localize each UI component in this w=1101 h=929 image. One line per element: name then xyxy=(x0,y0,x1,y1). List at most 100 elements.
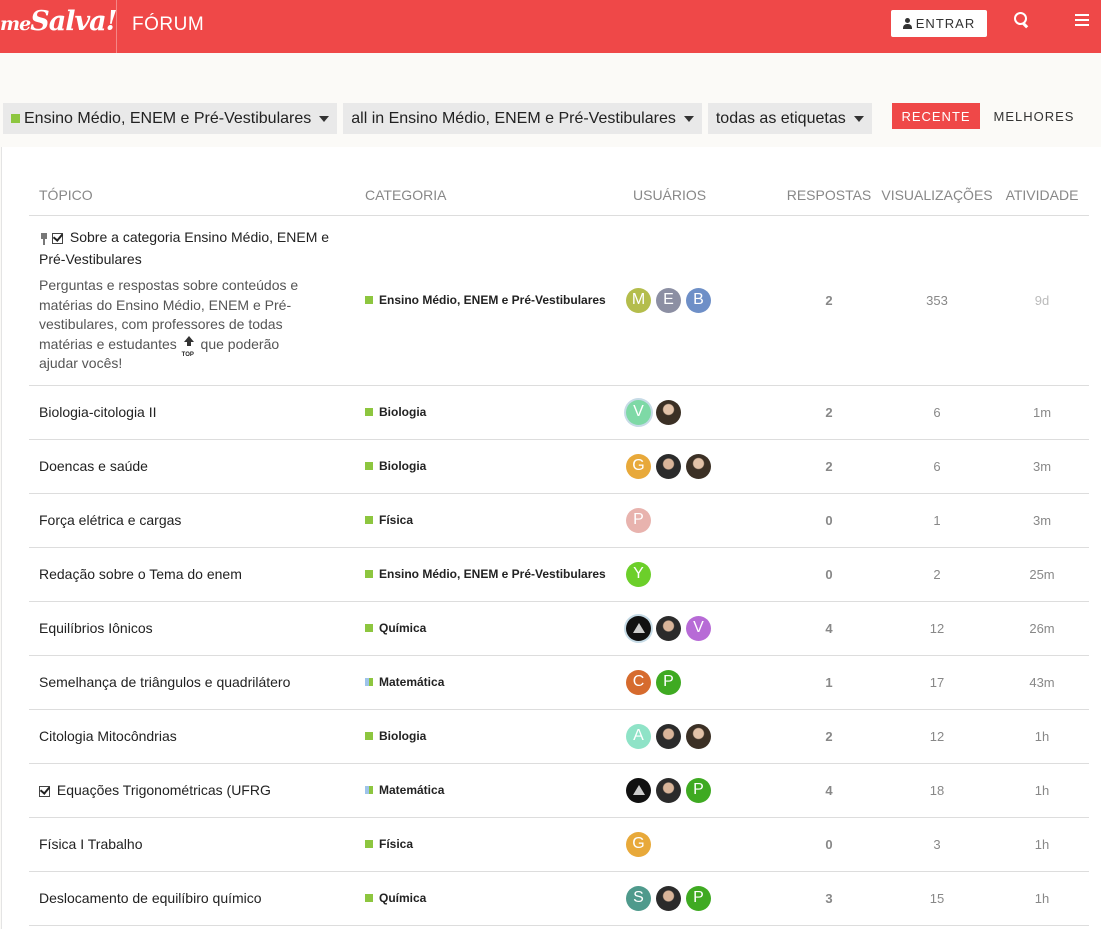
topic-cell: Citologia Mitocôndrias xyxy=(29,709,355,764)
column-header-topic[interactable]: TÓPICO xyxy=(29,175,355,216)
avatar-photo[interactable] xyxy=(686,723,711,749)
avatar-photo[interactable] xyxy=(656,399,681,425)
topic-title-link[interactable]: Força elétrica e cargas xyxy=(39,512,181,528)
category-dropdown[interactable]: Ensino Médio, ENEM e Pré-Vestibulares xyxy=(3,103,338,134)
column-header-users[interactable]: USUÁRIOS xyxy=(623,175,779,216)
tags-dropdown[interactable]: todas as etiquetas xyxy=(707,103,872,134)
topic-title-link[interactable]: Física I Trabalho xyxy=(39,836,143,852)
table-row: Força elétrica e cargas Física P 0 1 3m xyxy=(29,493,1089,548)
category-badge[interactable]: Física xyxy=(355,513,413,527)
avatar[interactable]: Y xyxy=(626,561,651,587)
category-badge[interactable]: Biologia xyxy=(355,729,426,743)
category-label: Química xyxy=(379,621,427,635)
topic-cell: Força elétrica e cargas xyxy=(29,493,355,548)
topic-title-link[interactable]: Equilíbrios Iônicos xyxy=(39,620,153,636)
login-button[interactable]: ENTRAR xyxy=(891,10,987,37)
activity-time[interactable]: 1h xyxy=(995,817,1089,872)
category-badge[interactable]: Biologia xyxy=(355,459,426,473)
me-salva-logo[interactable]: meSalva! xyxy=(0,6,118,37)
activity-time[interactable]: 1m xyxy=(995,385,1089,440)
activity-time[interactable]: 9d xyxy=(995,215,1089,386)
users-cell: G xyxy=(623,817,779,872)
avatar[interactable]: P xyxy=(656,669,681,695)
avatar-photo[interactable] xyxy=(626,615,651,641)
search-icon[interactable] xyxy=(1014,12,1030,28)
avatar-photo[interactable] xyxy=(656,885,681,911)
views-count: 353 xyxy=(879,215,995,386)
avatar[interactable]: E xyxy=(656,287,681,313)
caret-down-icon xyxy=(319,115,330,122)
category-color-square xyxy=(365,840,373,848)
activity-time[interactable]: 25m xyxy=(995,547,1089,602)
activity-time[interactable]: 1h xyxy=(995,763,1089,818)
activity-time[interactable]: 43m xyxy=(995,655,1089,710)
category-badge[interactable]: Matemática xyxy=(355,675,444,689)
topic-title-link[interactable]: Sobre a categoria Ensino Médio, ENEM e P… xyxy=(39,229,329,267)
category-label: Matemática xyxy=(379,675,445,689)
users-cell: P xyxy=(623,763,779,818)
topic-title-link[interactable]: Deslocamento de equilíbiro químico xyxy=(39,890,262,906)
avatar[interactable]: P xyxy=(626,507,651,533)
hamburger-menu-icon[interactable] xyxy=(1075,14,1089,26)
category-badge[interactable]: Biologia xyxy=(355,405,426,419)
avatar[interactable]: V xyxy=(686,615,711,641)
topic-title-link[interactable]: Biologia-citologia II xyxy=(39,404,157,420)
topic-list-panel: TÓPICO CATEGORIA USUÁRIOS RESPOSTAS VISU… xyxy=(1,147,1101,929)
page-title: FÓRUM xyxy=(132,14,205,35)
views-count: 12 xyxy=(879,709,995,764)
category-cell: Matemática xyxy=(355,763,623,818)
activity-time[interactable]: 3m xyxy=(995,439,1089,494)
filter-bar: Ensino Médio, ENEM e Pré-Vestibulares al… xyxy=(3,103,872,134)
table-row: Semelhança de triângulos e quadrilátero … xyxy=(29,655,1089,710)
category-badge[interactable]: Química xyxy=(355,621,426,635)
avatar-photo[interactable] xyxy=(656,615,681,641)
tab-recent[interactable]: RECENTE xyxy=(892,103,980,129)
avatar[interactable]: C xyxy=(626,669,651,695)
avatar[interactable]: B xyxy=(686,287,711,313)
avatar-group: G xyxy=(623,453,779,479)
avatar[interactable]: M xyxy=(626,287,651,313)
topic-title-link[interactable]: Doencas e saúde xyxy=(39,458,148,474)
avatar[interactable]: P xyxy=(686,885,711,911)
category-color-square xyxy=(365,516,373,524)
avatar-group: Y xyxy=(623,561,779,587)
category-color-square xyxy=(365,408,373,416)
avatar[interactable]: S xyxy=(626,885,651,911)
category-badge[interactable]: Química xyxy=(355,891,426,905)
caret-down-icon xyxy=(853,115,864,122)
column-header-views[interactable]: VISUALIZAÇÕES xyxy=(879,175,995,216)
topic-title-link[interactable]: Citologia Mitocôndrias xyxy=(39,728,177,744)
tab-best[interactable]: MELHORES xyxy=(988,103,1080,129)
avatar[interactable]: P xyxy=(686,777,711,803)
activity-time[interactable]: 1h xyxy=(995,871,1089,926)
column-header-category[interactable]: CATEGORIA xyxy=(355,175,623,216)
table-row: Física I Trabalho Física G 0 3 1h xyxy=(29,817,1089,872)
category-badge[interactable]: Matemática xyxy=(355,783,444,797)
column-header-replies[interactable]: RESPOSTAS xyxy=(779,175,879,216)
subcategory-dropdown[interactable]: all in Ensino Médio, ENEM e Pré-Vestibul… xyxy=(343,103,702,134)
pin-icon xyxy=(39,232,49,245)
avatar[interactable]: V xyxy=(626,399,651,425)
topic-title-link[interactable]: Semelhança de triângulos e quadrilátero xyxy=(39,674,290,690)
activity-time[interactable]: 3m xyxy=(995,493,1089,548)
column-header-activity[interactable]: ATIVIDADE xyxy=(995,175,1089,216)
avatar-photo[interactable] xyxy=(656,777,681,803)
activity-time[interactable]: 26m xyxy=(995,601,1089,656)
topic-title-link[interactable]: Redação sobre o Tema do enem xyxy=(39,566,242,582)
category-badge[interactable]: Ensino Médio, ENEM e Pré-Vestibulares xyxy=(355,293,606,307)
category-badge[interactable]: Física xyxy=(355,837,413,851)
table-row: Sobre a categoria Ensino Médio, ENEM e P… xyxy=(29,215,1089,386)
avatar[interactable]: A xyxy=(626,723,651,749)
category-badge[interactable]: Ensino Médio, ENEM e Pré-Vestibulares xyxy=(355,567,606,581)
avatar-photo[interactable] xyxy=(656,723,681,749)
avatar-photo[interactable] xyxy=(626,777,651,803)
avatar-photo[interactable] xyxy=(656,453,681,479)
topic-title-link[interactable]: Equações Trigonométricas (UFRG xyxy=(57,782,271,798)
avatar-group: P xyxy=(623,777,779,803)
views-count: 6 xyxy=(879,385,995,440)
activity-time[interactable]: 1h xyxy=(995,709,1089,764)
avatar[interactable]: G xyxy=(626,453,651,479)
views-count: 2 xyxy=(879,547,995,602)
avatar[interactable]: G xyxy=(626,831,651,857)
avatar-photo[interactable] xyxy=(686,453,711,479)
